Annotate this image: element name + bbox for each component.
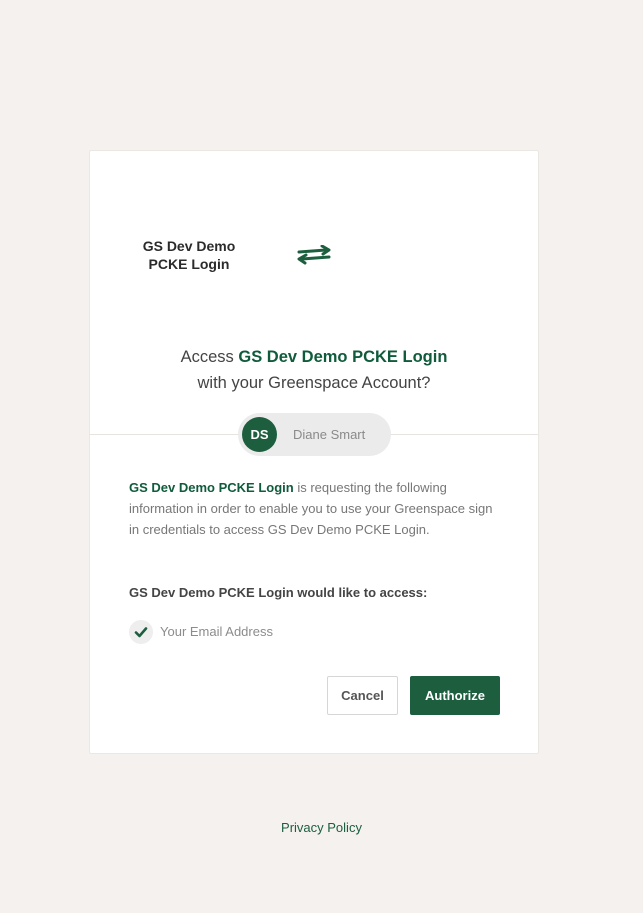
request-description: GS Dev Demo PCKE Login is requesting the…: [129, 477, 501, 540]
client-app-name: GS Dev Demo PCKE Login: [142, 238, 236, 272]
scope-label: Your Email Address: [160, 624, 273, 639]
access-heading: Access GS Dev Demo PCKE Login with your …: [90, 344, 538, 396]
access-heading-suffix: with your Greenspace Account?: [197, 374, 431, 392]
cancel-button[interactable]: Cancel: [327, 676, 398, 715]
access-heading-app: GS Dev Demo PCKE Login: [238, 348, 448, 366]
consent-card: GS Dev Demo PCKE Login Access GS Dev Dem…: [89, 150, 539, 754]
user-name: Diane Smart: [293, 427, 366, 442]
check-icon: [129, 620, 153, 644]
request-description-app: GS Dev Demo PCKE Login: [129, 480, 294, 495]
swap-arrows-icon: [297, 245, 331, 265]
access-title: GS Dev Demo PCKE Login would like to acc…: [129, 585, 428, 600]
app-connection-row: GS Dev Demo PCKE Login: [90, 227, 538, 272]
access-heading-prefix: Access: [180, 348, 239, 366]
privacy-policy-link[interactable]: Privacy Policy: [0, 820, 643, 835]
user-pill: DS Diane Smart: [238, 413, 391, 456]
authorize-button[interactable]: Authorize: [410, 676, 500, 715]
avatar: DS: [242, 417, 277, 452]
